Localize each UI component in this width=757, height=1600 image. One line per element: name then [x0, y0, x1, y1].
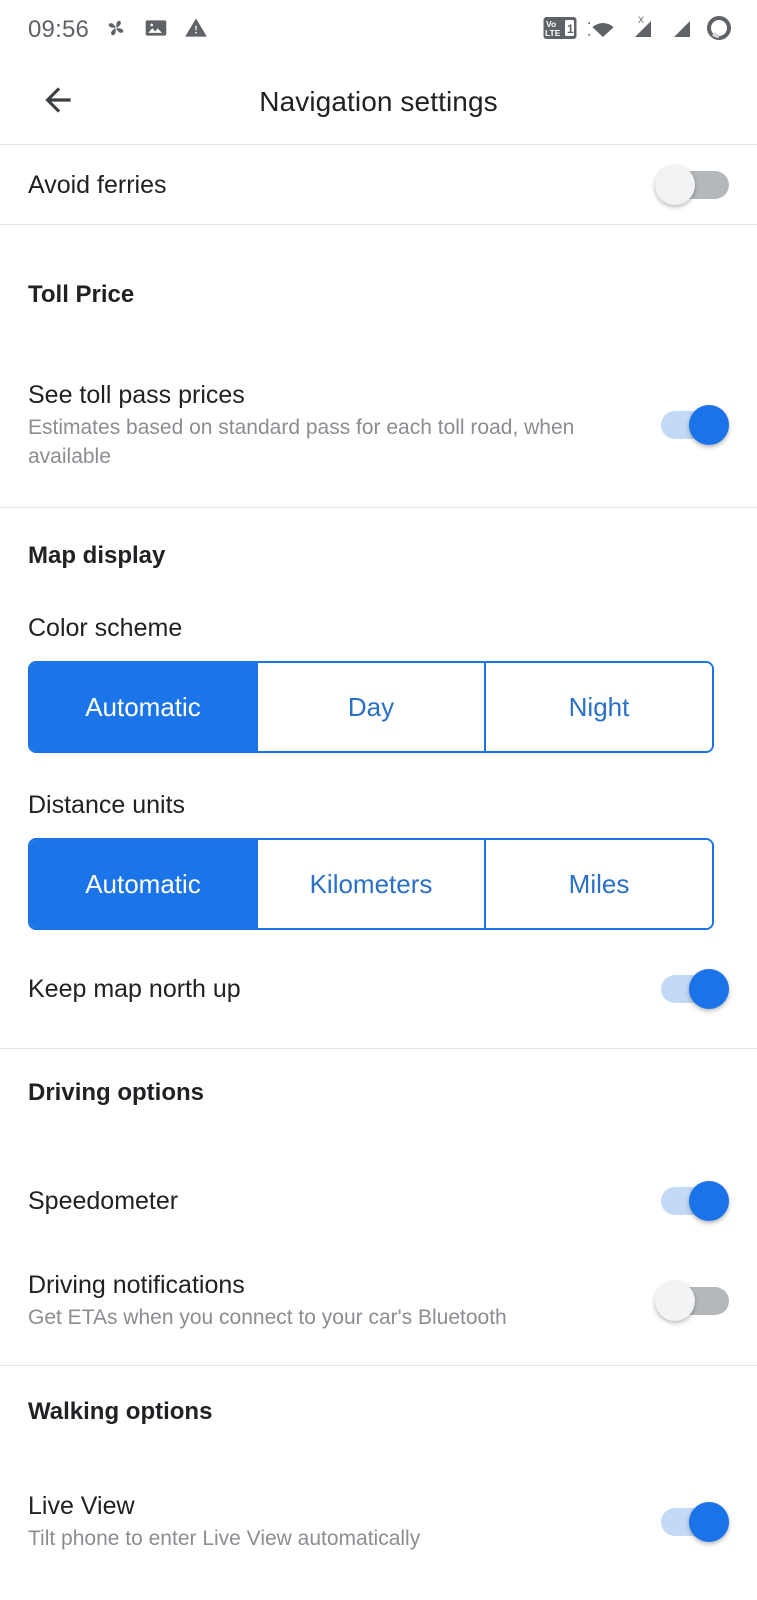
- toggle-thumb: [655, 164, 695, 205]
- svg-text:1: 1: [567, 22, 574, 36]
- section-header-walking-options: Walking options: [28, 1398, 213, 1425]
- navigation-settings-screen: 09:56 Vo LTE 1 X Navigation settings Avo…: [0, 0, 757, 1600]
- svg-text:X: X: [638, 15, 644, 25]
- row-avoid-ferries[interactable]: Avoid ferries: [0, 145, 757, 224]
- status-bar-right: Vo LTE 1 X: [543, 14, 733, 47]
- segment-color-scheme-day[interactable]: Day: [256, 663, 484, 751]
- signal-bars-icon: [668, 15, 696, 46]
- toggle-thumb: [689, 1181, 729, 1221]
- segment-distance-units-kilometers[interactable]: Kilometers: [256, 840, 484, 928]
- row-see-toll-pass-prices[interactable]: See toll pass prices Estimates based on …: [0, 377, 757, 473]
- segment-color-scheme-automatic[interactable]: Automatic: [30, 663, 256, 751]
- row-speedometer-title: Speedometer: [28, 1187, 179, 1215]
- toggle-avoid-ferries[interactable]: [655, 164, 729, 205]
- toggle-thumb: [689, 405, 729, 445]
- toggle-driving-notifications[interactable]: [655, 1281, 729, 1321]
- row-see-toll-pass-prices-subtitle: Estimates based on standard pass for eac…: [28, 415, 575, 468]
- row-keep-map-north-up-title: Keep map north up: [28, 975, 241, 1003]
- toggle-see-toll-pass-prices[interactable]: [655, 405, 729, 445]
- row-speedometer[interactable]: Speedometer: [0, 1165, 757, 1237]
- row-driving-notifications-text: Driving notifications Get ETAs when you …: [28, 1269, 655, 1333]
- wifi-icon: [586, 15, 618, 46]
- row-speedometer-text: Speedometer: [28, 1185, 655, 1217]
- row-live-view-subtitle: Tilt phone to enter Live View automatica…: [28, 1527, 421, 1551]
- warning-triangle-icon: [183, 15, 209, 46]
- row-see-toll-pass-prices-title: See toll pass prices: [28, 380, 245, 409]
- volte-1-icon: Vo LTE 1: [543, 15, 577, 46]
- toggle-thumb: [689, 1502, 729, 1542]
- pinwheel-icon: [103, 15, 129, 46]
- app-bar: Navigation settings: [0, 60, 757, 144]
- section-header-driving-options: Driving options: [28, 1079, 204, 1106]
- row-driving-notifications-title: Driving notifications: [28, 1271, 245, 1300]
- row-keep-map-north-up[interactable]: Keep map north up: [0, 952, 757, 1026]
- label-color-scheme: Color scheme: [28, 614, 183, 642]
- signal-no-service-icon: X: [627, 15, 659, 46]
- section-header-map-display: Map display: [28, 542, 166, 569]
- status-clock: 09:56: [28, 16, 90, 43]
- row-avoid-ferries-text: Avoid ferries: [28, 169, 655, 201]
- toggle-thumb: [655, 1281, 695, 1321]
- row-keep-map-north-up-text: Keep map north up: [28, 973, 655, 1005]
- row-driving-notifications[interactable]: Driving notifications Get ETAs when you …: [0, 1263, 757, 1339]
- row-live-view-title: Live View: [28, 1492, 135, 1521]
- row-see-toll-pass-prices-text: See toll pass prices Estimates based on …: [28, 379, 655, 472]
- toggle-speedometer[interactable]: [655, 1181, 729, 1221]
- toggle-keep-map-north-up[interactable]: [655, 969, 729, 1009]
- segment-color-scheme-night[interactable]: Night: [484, 663, 712, 751]
- segment-distance-units-automatic[interactable]: Automatic: [30, 840, 256, 928]
- row-driving-notifications-subtitle: Get ETAs when you connect to your car's …: [28, 1306, 507, 1330]
- battery-circle-icon: [705, 14, 733, 47]
- toggle-live-view[interactable]: [655, 1502, 729, 1542]
- segment-distance-units-miles[interactable]: Miles: [484, 840, 712, 928]
- segmented-control-color-scheme: Automatic Day Night: [28, 661, 714, 753]
- row-avoid-ferries-title: Avoid ferries: [28, 170, 167, 199]
- toggle-thumb: [689, 969, 729, 1009]
- row-live-view-text: Live View Tilt phone to enter Live View …: [28, 1490, 655, 1554]
- segmented-control-distance-units: Automatic Kilometers Miles: [28, 838, 714, 930]
- status-bar: 09:56 Vo LTE 1 X: [0, 0, 757, 60]
- label-distance-units: Distance units: [28, 791, 186, 819]
- photo-icon: [143, 15, 169, 46]
- section-header-toll-price: Toll Price: [28, 281, 135, 308]
- row-live-view[interactable]: Live View Tilt phone to enter Live View …: [0, 1484, 757, 1560]
- page-title: Navigation settings: [259, 86, 498, 117]
- status-bar-left: 09:56: [28, 15, 209, 46]
- svg-text:LTE: LTE: [545, 28, 561, 38]
